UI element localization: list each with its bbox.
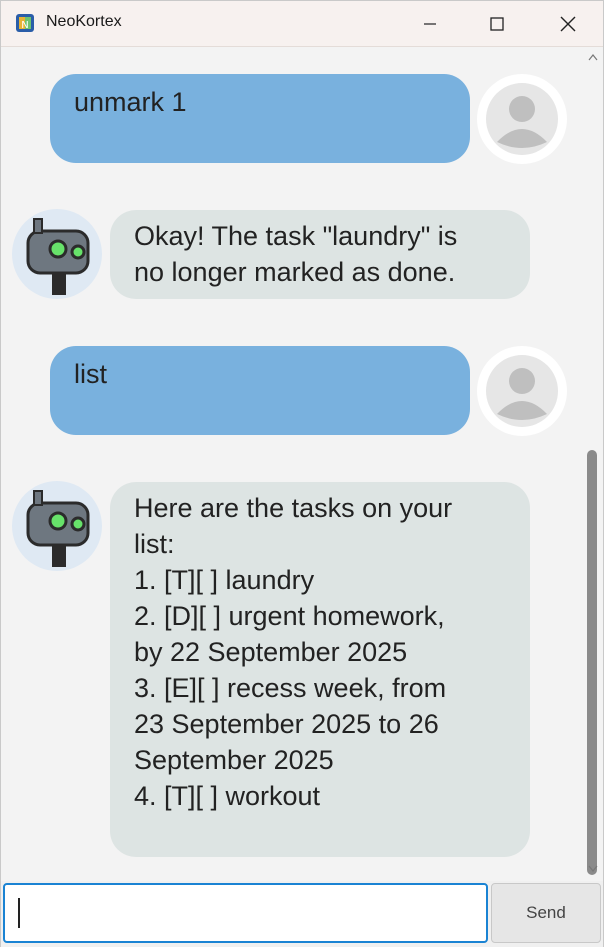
scroll-up-arrow-icon[interactable] [588,53,598,61]
scrollbar-thumb[interactable] [587,450,597,875]
user-silhouette-icon [486,355,558,427]
window-title: NeoKortex [46,13,122,30]
user-message-bubble: list [50,346,470,435]
scroll-down-arrow-icon[interactable] [588,865,598,873]
user-avatar [477,74,567,164]
send-button[interactable]: Send [491,883,601,943]
minimize-icon [424,22,436,25]
robot-icon [12,481,102,571]
vertical-scrollbar[interactable] [583,47,603,881]
minimize-button[interactable] [395,1,465,46]
maximize-icon [490,16,504,31]
app-window: N NeoKortex unmark 1 Okay! The task "lau… [0,0,604,947]
bot-avatar [12,481,102,571]
input-bar: Send [1,881,603,947]
app-logo-icon: N [15,13,35,33]
bot-message-bubble: Here are the tasks on your list: 1. [T][… [110,482,530,857]
maximize-button[interactable] [462,1,532,46]
title-bar[interactable]: N NeoKortex [1,1,603,47]
user-avatar [477,346,567,436]
text-cursor [18,898,20,928]
robot-icon [12,209,102,299]
user-silhouette-icon [486,83,558,155]
message-input[interactable] [3,883,488,943]
svg-text:N: N [21,20,28,31]
user-message-bubble: unmark 1 [50,74,470,163]
bot-message-bubble: Okay! The task "laundry" is no longer ma… [110,210,530,299]
close-button[interactable] [533,1,603,46]
bot-avatar [12,209,102,299]
close-icon [560,16,576,31]
chat-area[interactable]: unmark 1 Okay! The task "laundry" is no … [1,47,583,881]
